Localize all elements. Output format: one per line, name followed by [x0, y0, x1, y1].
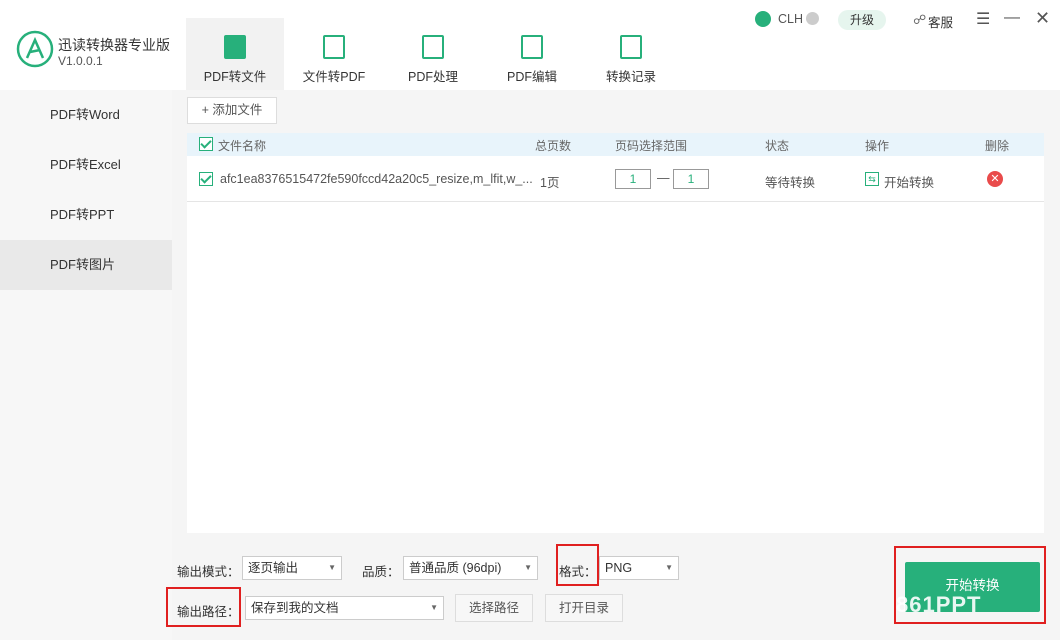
convert-icon: ⇆	[865, 172, 879, 186]
sidebar-item-pdf-to-image[interactable]: PDF转图片	[0, 240, 172, 290]
highlight-format	[556, 544, 599, 586]
menu-icon[interactable]: ☰	[976, 9, 990, 29]
sidebar: PDF转Word PDF转Excel PDF转PPT PDF转图片	[0, 90, 172, 640]
row-checkbox[interactable]	[199, 172, 213, 186]
tab-label: PDF转文件	[203, 70, 267, 84]
col-action: 操作	[865, 139, 890, 153]
minimize-icon[interactable]: —	[1004, 9, 1020, 27]
dropdown-arrow-icon: ▼	[430, 603, 438, 612]
upgrade-button[interactable]: 升级	[838, 10, 886, 30]
tab-pdf-process[interactable]: PDF处理	[384, 18, 482, 90]
col-range: 页码选择范围	[615, 139, 688, 153]
tab-pdf-edit[interactable]: PDF编辑	[483, 18, 581, 90]
tab-label: PDF编辑	[506, 70, 557, 84]
tab-history[interactable]: 转换记录	[582, 18, 680, 90]
choose-path-button[interactable]: 选择路径	[455, 594, 533, 622]
user-name[interactable]: CLH	[778, 12, 803, 26]
range-dash: —	[657, 171, 670, 185]
delete-icon[interactable]: ✕	[987, 171, 1003, 187]
start-convert-link[interactable]: 开始转换	[884, 172, 934, 191]
col-filename: 文件名称	[218, 139, 267, 153]
quality-value: 普通品质 (96dpi)	[409, 561, 502, 575]
add-file-button[interactable]: + 添加文件	[187, 97, 277, 124]
dropdown-arrow-icon: ▼	[665, 563, 673, 572]
user-avatar-icon[interactable]	[755, 11, 771, 27]
output-mode-value: 逐页输出	[248, 561, 299, 575]
app-logo-icon	[16, 30, 54, 68]
select-all-checkbox[interactable]	[199, 137, 213, 151]
sidebar-item-pdf-to-excel[interactable]: PDF转Excel	[0, 140, 172, 190]
col-delete: 删除	[985, 139, 1010, 153]
file-name: afc1ea8376515472fe590fccd42a20c5_resize,…	[220, 172, 532, 186]
open-directory-button[interactable]: 打开目录	[545, 594, 623, 622]
tab-label: 转换记录	[605, 70, 656, 84]
output-mode-select[interactable]: 逐页输出 ▼	[242, 556, 342, 580]
status-text: 等待转换	[765, 176, 816, 190]
format-select[interactable]: PNG ▼	[599, 556, 679, 580]
pdf-edit-icon	[521, 35, 543, 59]
output-path-value: 保存到我的文档	[251, 601, 339, 615]
history-icon	[620, 35, 642, 59]
vip-icon	[806, 12, 819, 25]
quality-label: 品质：	[362, 565, 400, 579]
highlight-start-button	[894, 546, 1046, 624]
service-button[interactable]: 客服	[928, 12, 953, 31]
close-icon[interactable]: ✕	[1035, 8, 1050, 29]
highlight-output-path	[166, 587, 241, 627]
col-status: 状态	[765, 139, 790, 153]
table-header: 文件名称 总页数 页码选择范围 状态 操作 删除	[187, 133, 1044, 156]
app-version: V1.0.0.1	[58, 54, 103, 68]
file-to-pdf-icon	[323, 35, 345, 59]
quality-select[interactable]: 普通品质 (96dpi) ▼	[403, 556, 538, 580]
col-pages: 总页数	[535, 139, 572, 153]
page-from-input[interactable]: 1	[615, 169, 651, 189]
page-count: 1页	[540, 176, 560, 190]
dropdown-arrow-icon: ▼	[328, 563, 336, 572]
tab-file-to-pdf[interactable]: 文件转PDF	[285, 18, 383, 90]
headset-icon: ☍	[913, 12, 927, 27]
app-name: 迅读转换器专业版	[58, 37, 170, 53]
page-to-input[interactable]: 1	[673, 169, 709, 189]
format-value: PNG	[605, 561, 633, 575]
dropdown-arrow-icon: ▼	[524, 563, 532, 572]
sidebar-item-pdf-to-word[interactable]: PDF转Word	[0, 90, 172, 140]
sidebar-item-pdf-to-ppt[interactable]: PDF转PPT	[0, 190, 172, 240]
output-path-select[interactable]: 保存到我的文档 ▼	[245, 596, 444, 620]
tab-label: PDF处理	[407, 70, 458, 84]
tab-label: 文件转PDF	[302, 70, 366, 84]
pdf-to-file-icon	[224, 35, 246, 59]
pdf-process-icon	[422, 35, 444, 59]
tab-pdf-to-file[interactable]: PDF转文件	[186, 18, 284, 90]
output-mode-label: 输出模式：	[177, 565, 240, 579]
